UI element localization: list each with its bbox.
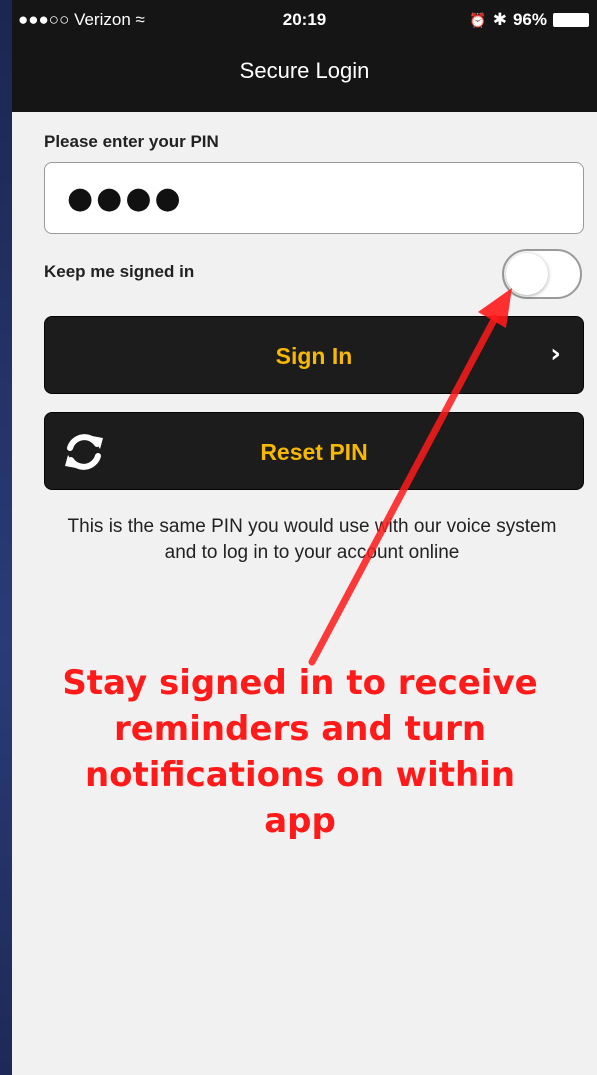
alarm-icon: ⏰ bbox=[469, 11, 487, 28]
keep-signed-in-label: Keep me signed in bbox=[44, 262, 195, 281]
status-right: ⏰ ✱ 96% bbox=[469, 10, 589, 30]
phone-screen: ●●●○○ Verizon ≈ 20:19 ⏰ ✱ 96% Secure Log… bbox=[12, 0, 597, 1075]
reset-pin-button[interactable]: Reset PIN bbox=[44, 412, 584, 490]
reset-pin-label: Reset PIN bbox=[260, 439, 368, 465]
helper-text: This is the same PIN you would use with … bbox=[67, 516, 557, 563]
page-title: Secure Login bbox=[239, 58, 370, 83]
battery-percent: 96% bbox=[512, 10, 547, 29]
sign-in-label: Sign In bbox=[275, 343, 353, 369]
chevron-right-icon: › bbox=[550, 339, 561, 369]
status-bar: ●●●○○ Verizon ≈ 20:19 ⏰ ✱ 96% bbox=[12, 0, 597, 40]
toggle-knob[interactable] bbox=[506, 253, 548, 295]
pin-label: Please enter your PIN bbox=[44, 132, 219, 151]
top-bar: ●●●○○ Verizon ≈ 20:19 ⏰ ✱ 96% Secure Log… bbox=[12, 0, 597, 112]
bluetooth-icon: ✱ bbox=[492, 10, 507, 29]
pin-input[interactable] bbox=[44, 162, 584, 234]
annotation-callout: Stay signed in to receive reminders and … bbox=[62, 663, 538, 841]
sign-in-button[interactable]: Sign In › bbox=[44, 316, 584, 394]
battery-icon bbox=[553, 13, 589, 27]
keep-signed-in-toggle[interactable] bbox=[502, 249, 582, 299]
